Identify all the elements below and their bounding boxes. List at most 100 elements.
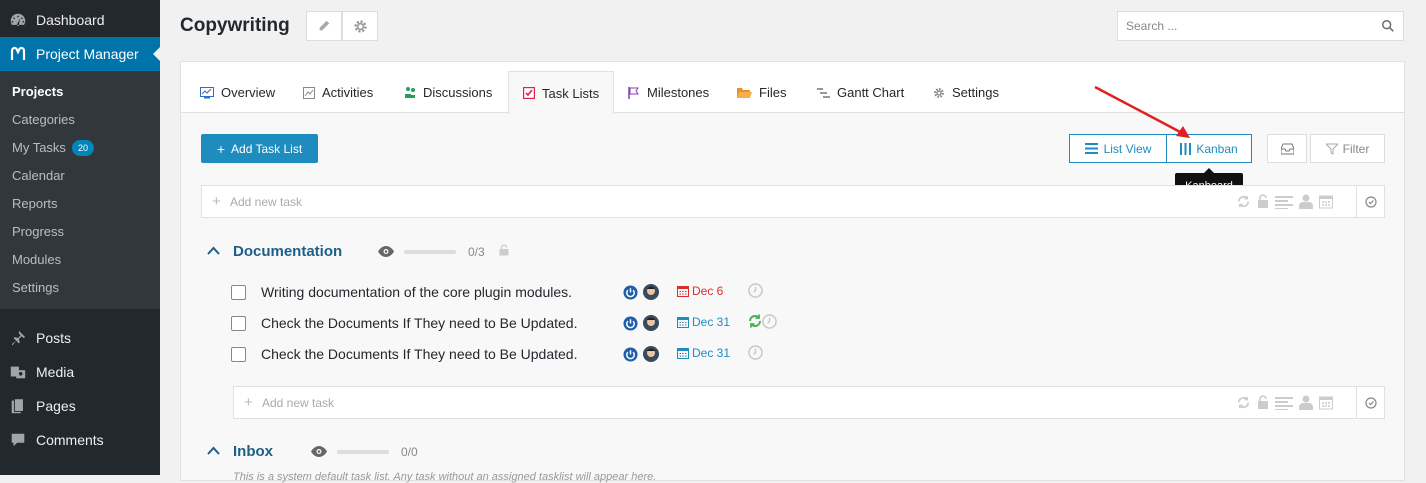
- task-checkbox[interactable]: [231, 316, 246, 331]
- submenu-calendar[interactable]: Calendar: [12, 166, 65, 186]
- tab-gantt-chart[interactable]: Gantt Chart: [817, 72, 904, 113]
- submenu-my-tasks[interactable]: My Tasks 20: [12, 138, 94, 158]
- lock-icon[interactable]: [1257, 194, 1269, 209]
- menu-comments-label: Comments: [36, 432, 104, 448]
- menu-project-manager[interactable]: Project Manager: [0, 37, 160, 71]
- user-icon[interactable]: [1299, 395, 1313, 410]
- add-task-input[interactable]: [212, 186, 612, 217]
- menu-media[interactable]: Media: [0, 355, 160, 389]
- tab-settings[interactable]: Settings: [933, 72, 999, 113]
- check-circle-icon: [1364, 195, 1377, 208]
- search-box: [1117, 11, 1404, 41]
- description-icon[interactable]: [1275, 195, 1293, 209]
- status-power-icon[interactable]: [623, 347, 638, 367]
- add-task-list-button[interactable]: + Add Task List: [201, 134, 318, 163]
- calendar-icon: [677, 348, 689, 359]
- clock-icon[interactable]: [748, 345, 763, 365]
- submenu-categories[interactable]: Categories: [12, 110, 75, 130]
- submenu-projects[interactable]: Projects: [12, 82, 63, 102]
- avatar[interactable]: [643, 284, 659, 305]
- calendar-icon[interactable]: [1319, 395, 1333, 410]
- project-settings-button[interactable]: [342, 11, 378, 41]
- status-power-icon[interactable]: [623, 316, 638, 336]
- gantt-icon: [817, 87, 830, 99]
- my-tasks-count-badge: 20: [71, 140, 94, 156]
- due-date[interactable]: Dec 31: [677, 346, 730, 360]
- add-task-input[interactable]: [244, 387, 644, 418]
- menu-dashboard[interactable]: Dashboard: [0, 3, 160, 37]
- collapse-chevron-icon[interactable]: [207, 446, 220, 455]
- menu-comments[interactable]: Comments: [0, 423, 160, 457]
- task-title[interactable]: Writing documentation of the core plugin…: [261, 284, 572, 300]
- avatar[interactable]: [643, 346, 659, 367]
- comments-icon: [0, 431, 36, 449]
- calendar-icon: [677, 317, 689, 328]
- submenu-reports[interactable]: Reports: [12, 194, 58, 214]
- task-options: [1236, 395, 1333, 410]
- archive-button[interactable]: [1267, 134, 1307, 163]
- list-view-button[interactable]: List View: [1069, 134, 1167, 163]
- tab-overview-label: Overview: [221, 85, 276, 100]
- tab-activities[interactable]: Activities: [303, 72, 373, 113]
- eye-icon[interactable]: [311, 446, 327, 457]
- submenu-modules[interactable]: Modules: [12, 250, 61, 270]
- collapse-chevron-icon[interactable]: [207, 246, 220, 255]
- task-title[interactable]: Check the Documents If They need to Be U…: [261, 315, 577, 331]
- tab-task-lists[interactable]: Task Lists: [508, 71, 615, 114]
- user-icon[interactable]: [1299, 194, 1313, 209]
- kanban-button[interactable]: Kanban: [1166, 134, 1252, 163]
- dashboard-icon: [0, 11, 36, 29]
- eye-icon[interactable]: [378, 246, 394, 257]
- repeat-icon[interactable]: [1236, 194, 1251, 209]
- gear-icon: [353, 19, 367, 33]
- submenu-settings[interactable]: Settings: [12, 278, 59, 298]
- avatar[interactable]: [643, 315, 659, 336]
- filter-label: Filter: [1342, 141, 1370, 156]
- plus-icon: +: [216, 140, 226, 157]
- menu-pages[interactable]: Pages: [0, 389, 160, 423]
- task-checkbox[interactable]: [231, 285, 246, 300]
- lock-icon[interactable]: [499, 244, 509, 256]
- submenu-progress[interactable]: Progress: [12, 222, 64, 242]
- clock-icon[interactable]: [748, 283, 763, 303]
- pin-icon: [0, 329, 36, 347]
- submit-task-button[interactable]: [1356, 387, 1384, 418]
- edit-project-button[interactable]: [306, 11, 342, 41]
- tab-milestones[interactable]: Milestones: [628, 72, 709, 113]
- lock-icon[interactable]: [1257, 395, 1269, 410]
- status-power-icon[interactable]: [623, 285, 638, 305]
- milestones-icon: [628, 86, 640, 99]
- search-input[interactable]: [1118, 12, 1373, 40]
- task-list-title[interactable]: Inbox: [233, 443, 273, 460]
- tab-discussions[interactable]: Discussions: [404, 72, 492, 113]
- project-tabs: Overview Activities Discussions Task Lis…: [181, 62, 1404, 114]
- discussions-icon: [404, 86, 416, 99]
- gear-icon: [933, 87, 945, 99]
- clock-icon[interactable]: [762, 314, 777, 334]
- due-date[interactable]: Dec 6: [677, 284, 723, 298]
- calendar-icon[interactable]: [1319, 194, 1333, 209]
- tab-files[interactable]: Files: [737, 72, 786, 113]
- submit-task-button[interactable]: [1356, 186, 1384, 217]
- task-title[interactable]: Check the Documents If They need to Be U…: [261, 346, 577, 362]
- filter-button[interactable]: Filter: [1310, 134, 1385, 163]
- tab-gantt-chart-label: Gantt Chart: [837, 85, 905, 100]
- tab-overview[interactable]: Overview: [200, 72, 275, 113]
- repeat-icon[interactable]: [747, 313, 763, 334]
- list-progress-bar: [404, 250, 456, 254]
- repeat-icon[interactable]: [1236, 395, 1251, 410]
- menu-project-manager-label: Project Manager: [36, 46, 139, 62]
- task-list-title[interactable]: Documentation: [233, 243, 342, 260]
- tab-milestones-label: Milestones: [647, 85, 710, 100]
- menu-posts[interactable]: Posts: [0, 321, 160, 355]
- project-panel: Overview Activities Discussions Task Lis…: [180, 61, 1405, 483]
- task-checkbox[interactable]: [231, 347, 246, 362]
- activities-icon: [303, 86, 315, 99]
- due-date[interactable]: Dec 31: [677, 315, 730, 329]
- due-date-label: Dec 31: [692, 346, 731, 360]
- tab-task-lists-label: Task Lists: [542, 85, 600, 101]
- description-icon[interactable]: [1275, 396, 1293, 410]
- pencil-icon: [319, 20, 330, 31]
- search-icon[interactable]: [1381, 19, 1395, 38]
- menu-dashboard-label: Dashboard: [36, 12, 105, 28]
